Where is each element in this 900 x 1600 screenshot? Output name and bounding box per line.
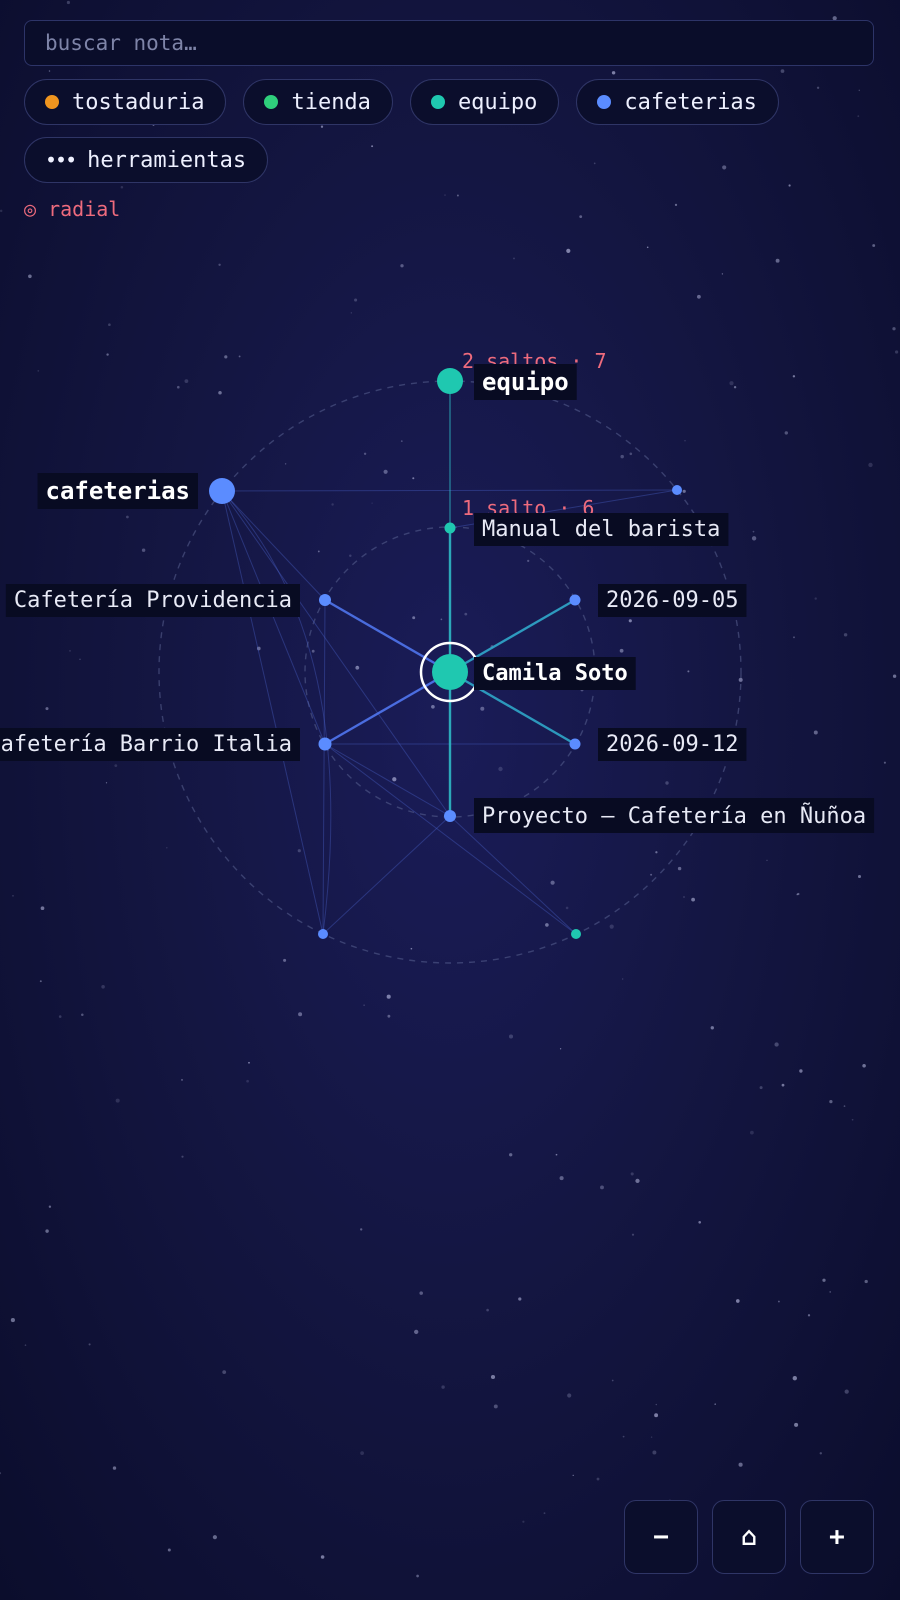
- graph-edge: [324, 743, 451, 817]
- node-d0912[interactable]: [569, 738, 581, 750]
- svg-text:Proyecto — Cafetería en Ñuñoa: Proyecto — Cafetería en Ñuñoa: [482, 802, 866, 829]
- node-label-proyecto[interactable]: Proyecto — Cafetería en Ñuñoa: [474, 798, 875, 833]
- graph-edge: [449, 815, 577, 935]
- graph-edge: [221, 490, 326, 745]
- node-label-equipo[interactable]: equipo: [474, 364, 577, 400]
- node-cafeterias[interactable]: [209, 478, 235, 504]
- svg-text:2026-09-05: 2026-09-05: [606, 588, 738, 613]
- graph-edge: [221, 490, 332, 935]
- graph-view[interactable]: 1 salto · 62 saltos · 7Camila SotoManual…: [0, 0, 900, 1600]
- node-label-cafeterias[interactable]: cafeterias: [37, 473, 199, 509]
- node-italia[interactable]: [318, 737, 332, 751]
- graph-edge: [322, 815, 451, 935]
- svg-text:2026-09-12: 2026-09-12: [606, 732, 738, 757]
- node-equipo[interactable]: [437, 368, 463, 394]
- node-proyecto[interactable]: [444, 810, 456, 822]
- svg-text:equipo: equipo: [482, 368, 569, 396]
- node-camila-soto[interactable]: [432, 654, 468, 690]
- zoom-out-button[interactable]: −: [624, 1500, 698, 1574]
- graph-edge: [221, 490, 324, 935]
- home-button[interactable]: ⌂: [712, 1500, 786, 1574]
- graph-edge: [322, 599, 326, 935]
- svg-text:Cafetería Providencia: Cafetería Providencia: [14, 588, 292, 613]
- node-providencia[interactable]: [319, 594, 331, 606]
- node-d0905[interactable]: [569, 594, 581, 606]
- svg-text:cafeterias: cafeterias: [46, 477, 191, 505]
- graph-edge-focus: [324, 598, 451, 674]
- node-h2a[interactable]: [672, 485, 682, 495]
- node-label-manual[interactable]: Manual del barista: [474, 513, 729, 546]
- svg-text:Cafetería Barrio Italia: Cafetería Barrio Italia: [0, 732, 292, 757]
- zoom-in-button[interactable]: +: [800, 1500, 874, 1574]
- node-label-d0905[interactable]: 2026-09-05: [598, 584, 747, 617]
- graph-edge-focus: [324, 670, 451, 746]
- svg-text:Manual del barista: Manual del barista: [482, 517, 720, 542]
- graph-edge: [221, 490, 326, 601]
- node-h2b[interactable]: [571, 929, 581, 939]
- node-label-providencia[interactable]: Cafetería Providencia: [5, 584, 300, 617]
- node-label-italia[interactable]: Cafetería Barrio Italia: [0, 728, 300, 761]
- node-label-d0912[interactable]: 2026-09-12: [598, 728, 747, 761]
- node-manual[interactable]: [444, 522, 456, 534]
- svg-text:Camila Soto: Camila Soto: [482, 661, 628, 686]
- focus-label[interactable]: Camila Soto: [474, 657, 636, 690]
- node-h2c[interactable]: [318, 929, 328, 939]
